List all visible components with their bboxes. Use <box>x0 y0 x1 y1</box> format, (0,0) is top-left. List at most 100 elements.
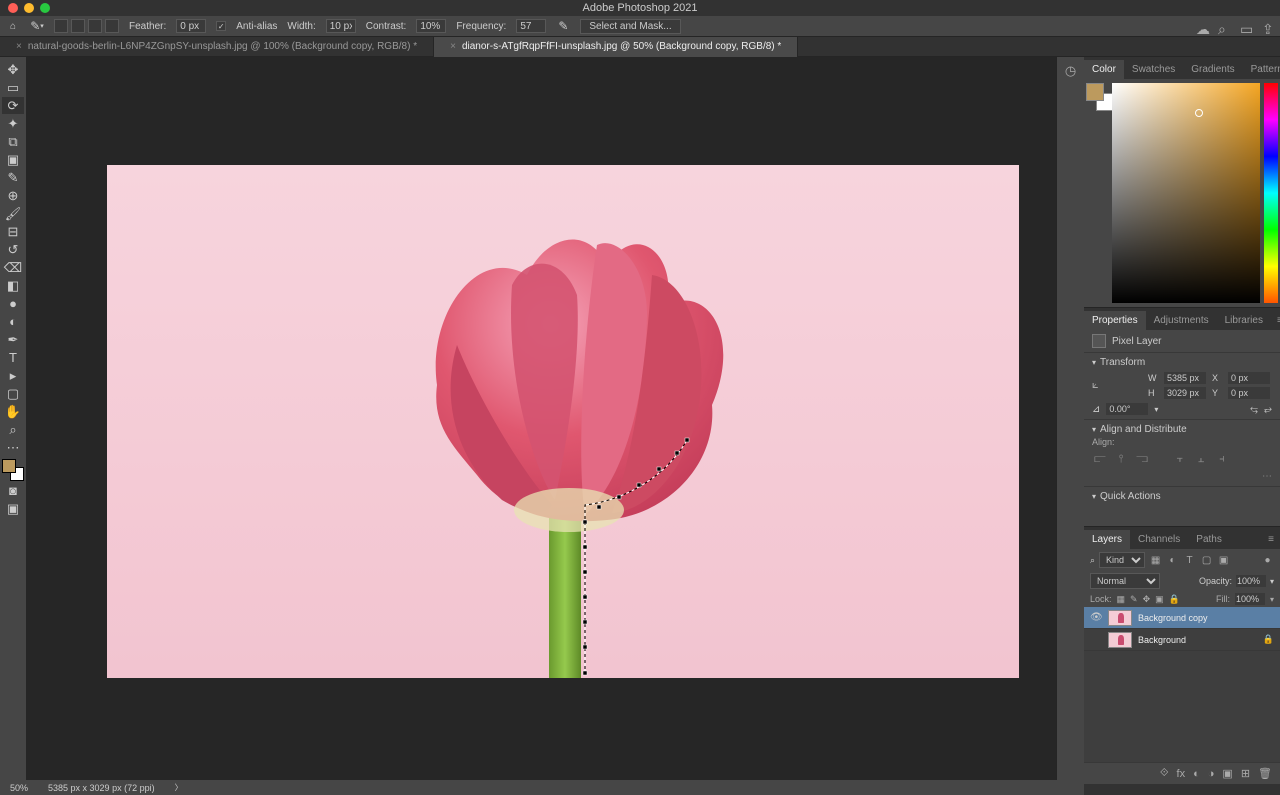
layer-fx-icon[interactable]: fx <box>1177 768 1186 780</box>
align-top-icon[interactable]: ⫟ <box>1172 451 1188 467</box>
close-tab-icon[interactable]: × <box>450 41 456 52</box>
y-field[interactable] <box>1228 387 1270 399</box>
tab-libraries[interactable]: Libraries <box>1217 311 1271 330</box>
tab-channels[interactable]: Channels <box>1130 530 1188 549</box>
layer-row[interactable]: 👁 Background copy <box>1084 607 1280 629</box>
fill-input[interactable] <box>1235 593 1265 605</box>
subtract-selection-icon[interactable] <box>88 19 102 33</box>
dodge-tool-icon[interactable]: ◐ <box>2 313 24 330</box>
layer-filter-select[interactable]: Kind <box>1099 552 1145 568</box>
transform-title[interactable]: ▾Transform <box>1092 357 1272 368</box>
contrast-input[interactable] <box>416 19 446 33</box>
screen-mode-icon[interactable]: ▣ <box>2 500 24 517</box>
color-marker[interactable] <box>1195 109 1203 117</box>
width-field[interactable] <box>1164 372 1206 384</box>
maximize-window-button[interactable] <box>40 3 50 13</box>
filter-toggle-icon[interactable]: ● <box>1261 554 1274 567</box>
align-right-icon[interactable]: ⫎ <box>1134 451 1150 467</box>
layer-thumbnail[interactable] <box>1108 632 1132 648</box>
tab-patterns[interactable]: Patterns <box>1243 60 1280 79</box>
lock-all-icon[interactable]: 🔒 <box>1169 594 1180 605</box>
share-icon[interactable]: ⇪ <box>1262 21 1276 35</box>
gradient-tool-icon[interactable]: ◧ <box>2 277 24 294</box>
lock-position-icon[interactable]: ✥ <box>1143 594 1151 605</box>
type-tool-icon[interactable]: T <box>2 349 24 366</box>
canvas[interactable] <box>26 57 1056 784</box>
lock-artboard-icon[interactable]: ▣ <box>1155 594 1164 605</box>
marquee-tool-icon[interactable]: ▭ <box>2 79 24 96</box>
opacity-input[interactable] <box>1236 575 1266 587</box>
height-field[interactable] <box>1164 387 1206 399</box>
layer-mask-icon[interactable]: ◐ <box>1193 768 1200 780</box>
filter-adjust-icon[interactable]: ◐ <box>1166 554 1179 567</box>
align-title[interactable]: ▾Align and Distribute <box>1092 424 1272 435</box>
eyedropper-tool-icon[interactable]: ✎ <box>2 169 24 186</box>
eraser-tool-icon[interactable]: ⌫ <box>2 259 24 276</box>
add-selection-icon[interactable] <box>71 19 85 33</box>
align-vcenter-icon[interactable]: ⫠ <box>1193 451 1209 467</box>
home-icon[interactable]: ⌂ <box>6 19 20 33</box>
filter-shape-icon[interactable]: ▢ <box>1200 554 1213 567</box>
close-window-button[interactable] <box>8 3 18 13</box>
document-tab[interactable]: × dianor-s-ATgfRqpFfFI-unsplash.jpg @ 50… <box>434 37 798 57</box>
hand-tool-icon[interactable]: ✋ <box>2 403 24 420</box>
fg-swatch[interactable] <box>1086 83 1104 101</box>
antialias-checkbox[interactable]: ✓ <box>216 21 226 31</box>
link-layers-icon[interactable]: ⟐ <box>1160 767 1169 780</box>
width-input[interactable] <box>326 19 356 33</box>
current-tool-icon[interactable]: ✎▾ <box>30 19 44 33</box>
document-tab[interactable]: × natural-goods-berlin-L6NP4ZGnpSY-unspl… <box>0 37 434 57</box>
blur-tool-icon[interactable]: ● <box>2 295 24 312</box>
layer-row[interactable]: Background 🔒 <box>1084 629 1280 651</box>
filter-pixel-icon[interactable]: ▦ <box>1149 554 1162 567</box>
hue-strip[interactable] <box>1264 83 1278 303</box>
wand-tool-icon[interactable]: ✦ <box>2 115 24 132</box>
layer-thumbnail[interactable] <box>1108 610 1132 626</box>
tab-swatches[interactable]: Swatches <box>1124 60 1183 79</box>
panel-menu-icon[interactable]: ≡ <box>1262 530 1280 549</box>
new-layer-icon[interactable]: ⊞ <box>1241 767 1250 780</box>
more-align-icon[interactable]: ⋯ <box>1092 471 1272 482</box>
lock-pixels-icon[interactable]: ▦ <box>1117 594 1126 605</box>
frequency-input[interactable] <box>516 19 546 33</box>
intersect-selection-icon[interactable] <box>105 19 119 33</box>
frame-tool-icon[interactable]: ▣ <box>2 151 24 168</box>
tab-paths[interactable]: Paths <box>1188 530 1230 549</box>
group-icon[interactable]: ▣ <box>1222 767 1232 780</box>
align-left-icon[interactable]: ⫍ <box>1092 451 1108 467</box>
align-hcenter-icon[interactable]: ⫯ <box>1113 451 1129 467</box>
cloud-docs-icon[interactable]: ☁ <box>1196 21 1210 35</box>
adjustment-layer-icon[interactable]: ◑ <box>1208 768 1215 780</box>
tab-color[interactable]: Color <box>1084 60 1124 79</box>
lasso-tool-icon[interactable]: ⟳ <box>2 97 24 114</box>
visibility-icon[interactable]: 👁 <box>1090 612 1102 623</box>
close-tab-icon[interactable]: × <box>16 41 22 52</box>
history-panel-icon[interactable]: ◷ <box>1065 63 1076 784</box>
edit-toolbar-icon[interactable]: ⋯ <box>2 439 24 456</box>
minimize-window-button[interactable] <box>24 3 34 13</box>
history-brush-icon[interactable]: ↺ <box>2 241 24 258</box>
crop-tool-icon[interactable]: ⧉ <box>2 133 24 150</box>
shape-tool-icon[interactable]: ▢ <box>2 385 24 402</box>
tab-properties[interactable]: Properties <box>1084 311 1146 330</box>
zoom-level[interactable]: 50% <box>10 783 28 793</box>
flip-h-icon[interactable]: ⥃ <box>1250 404 1258 415</box>
align-bottom-icon[interactable]: ⫞ <box>1214 451 1230 467</box>
delete-layer-icon[interactable]: 🗑 <box>1258 767 1272 780</box>
pen-tool-icon[interactable]: ✒ <box>2 331 24 348</box>
lock-paint-icon[interactable]: ✎ <box>1130 594 1138 605</box>
blend-mode-select[interactable]: Normal <box>1090 573 1160 589</box>
rotation-field[interactable] <box>1106 403 1148 415</box>
tab-layers[interactable]: Layers <box>1084 530 1130 549</box>
link-icon[interactable]: ⟀ <box>1092 379 1144 392</box>
path-select-icon[interactable]: ▸ <box>2 367 24 384</box>
workspace-icon[interactable]: ▭ <box>1240 21 1254 35</box>
stamp-tool-icon[interactable]: ⊟ <box>2 223 24 240</box>
color-field[interactable] <box>1112 83 1260 303</box>
search-icon[interactable]: ⌕ <box>1218 21 1232 35</box>
move-tool-icon[interactable]: ✥ <box>2 61 24 78</box>
quick-actions-title[interactable]: ▾Quick Actions <box>1092 491 1272 502</box>
brush-tool-icon[interactable]: 🖌 <box>2 205 24 222</box>
new-selection-icon[interactable] <box>54 19 68 33</box>
color-swatch[interactable] <box>2 459 24 481</box>
